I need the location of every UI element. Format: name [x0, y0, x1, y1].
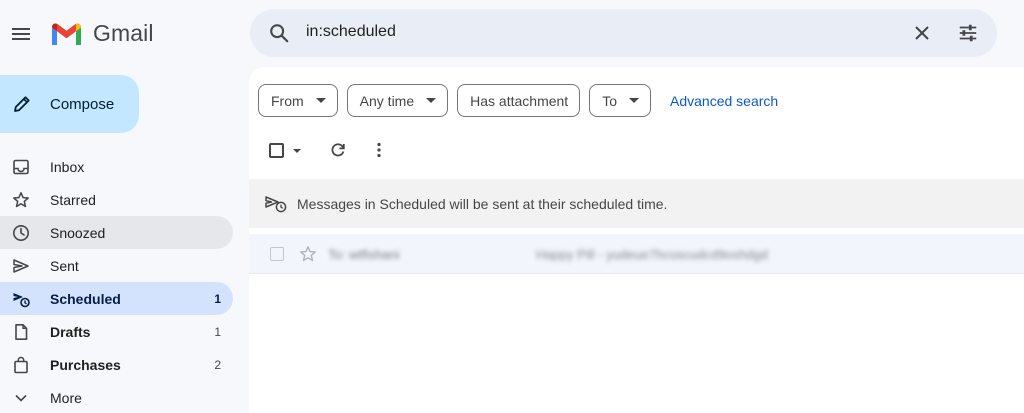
sidebar-item-inbox[interactable]: Inbox [0, 150, 233, 183]
sidebar-item-label: Scheduled [50, 291, 121, 307]
pencil-icon [14, 96, 30, 112]
more-vert-icon[interactable] [370, 141, 388, 159]
list-toolbar [249, 137, 1024, 167]
tune-icon[interactable] [957, 22, 979, 44]
send-icon [13, 259, 29, 273]
sidebar-item-snoozed[interactable]: Snoozed [0, 216, 233, 249]
refresh-icon[interactable] [329, 141, 347, 159]
search-bar[interactable]: in:scheduled [250, 9, 997, 57]
sidebar-item-label: Sent [50, 258, 79, 274]
scheduled-info-banner: Messages in Scheduled will be sent at th… [249, 179, 1024, 228]
chip-label: From [271, 92, 304, 109]
filter-chip-any-time[interactable]: Any time [346, 84, 449, 117]
gmail-logo[interactable]: Gmail [50, 20, 154, 47]
search-icon[interactable] [268, 22, 290, 44]
select-all-checkbox[interactable] [269, 143, 284, 158]
scheduled-send-icon [13, 293, 30, 308]
app-name: Gmail [93, 20, 154, 46]
sidebar-item-label: More [50, 390, 82, 406]
hamburger-menu-icon[interactable] [10, 24, 32, 44]
clock-icon [13, 225, 29, 241]
message-recipient: To: wtfishani [328, 247, 400, 262]
sidebar-nav: Inbox Starred Snoozed Sent Scheduled 1 D… [0, 150, 240, 413]
search-filter-chips: From Any time Has attachment To Advanced… [258, 84, 778, 117]
inbox-icon [13, 159, 29, 175]
sidebar-item-scheduled[interactable]: Scheduled 1 [0, 282, 233, 315]
table-row[interactable]: To: wtfishani Happy Pill - yudeue7hcoscu… [249, 234, 1024, 274]
row-checkbox[interactable] [270, 247, 284, 261]
sidebar-item-count: 1 [214, 325, 221, 339]
sidebar-item-label: Drafts [50, 324, 91, 340]
search-input[interactable]: in:scheduled [306, 23, 396, 41]
dropdown-caret-icon [426, 98, 437, 103]
sidebar-item-count: 2 [214, 358, 221, 372]
sidebar-item-label: Starred [50, 192, 96, 208]
main-panel: From Any time Has attachment To Advanced… [249, 67, 1024, 413]
star-icon [13, 192, 29, 208]
filter-chip-from[interactable]: From [258, 84, 338, 117]
sidebar-item-purchases[interactable]: Purchases 2 [0, 348, 233, 381]
sidebar-item-label: Snoozed [50, 225, 106, 241]
message-subject: Happy Pill - yudeue7hcoscudcd9oshdgd [536, 247, 768, 262]
sidebar-item-count: 1 [214, 292, 221, 306]
star-icon[interactable] [299, 245, 317, 263]
scheduled-send-icon [265, 196, 287, 213]
gmail-logo-icon [52, 23, 81, 45]
close-icon[interactable] [912, 23, 932, 43]
filter-chip-has-attachment[interactable]: Has attachment [457, 84, 581, 117]
banner-text: Messages in Scheduled will be sent at th… [297, 196, 668, 212]
sidebar-item-more[interactable]: More [0, 381, 233, 413]
chip-label: Any time [359, 92, 415, 109]
shopping-bag-icon [14, 356, 28, 374]
dropdown-caret-icon [315, 98, 326, 103]
sidebar-item-sent[interactable]: Sent [0, 249, 233, 282]
chevron-down-icon [15, 394, 27, 402]
advanced-search-link[interactable]: Advanced search [670, 93, 778, 109]
sidebar-item-starred[interactable]: Starred [0, 183, 233, 216]
draft-icon [15, 324, 28, 340]
compose-label: Compose [50, 96, 115, 113]
sidebar-item-label: Inbox [50, 159, 85, 175]
dropdown-caret-icon [629, 98, 639, 103]
sidebar-item-drafts[interactable]: Drafts 1 [0, 315, 233, 348]
main-menu-button[interactable] [10, 24, 32, 44]
filter-chip-to[interactable]: To [589, 84, 651, 117]
chip-label: To [602, 92, 617, 109]
sidebar-item-label: Purchases [50, 357, 121, 373]
chip-label: Has attachment [470, 92, 569, 109]
compose-button[interactable]: Compose [0, 75, 139, 133]
select-menu-caret-icon[interactable] [293, 149, 301, 153]
